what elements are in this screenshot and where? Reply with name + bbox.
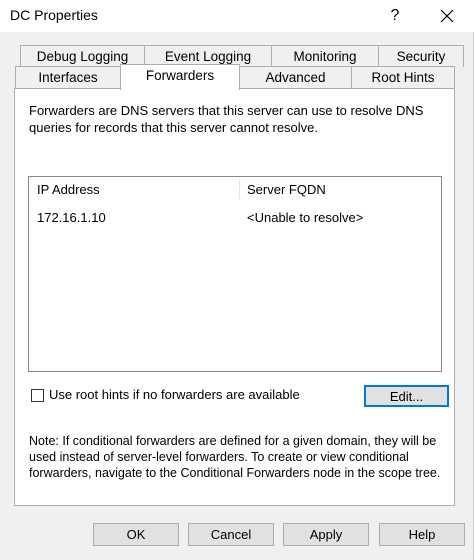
tab-root-hints[interactable]: Root Hints (351, 66, 455, 88)
forwarders-description: Forwarders are DNS servers that this ser… (29, 103, 424, 135)
title-bar: DC Properties ? (0, 0, 474, 32)
tab-monitoring[interactable]: Monitoring (271, 45, 379, 67)
tab-forwarders[interactable]: Forwarders (120, 64, 240, 90)
close-icon (440, 9, 454, 23)
tab-label: Event Logging (164, 49, 252, 64)
edit-button-label: Edit... (389, 388, 424, 404)
edit-button[interactable]: Edit... (364, 385, 449, 407)
ok-button[interactable]: OK (93, 523, 179, 546)
tab-label: Root Hints (371, 70, 435, 85)
tab-security[interactable]: Security (378, 45, 464, 67)
apply-button[interactable]: Apply (283, 523, 369, 546)
column-ip-address[interactable]: IP Address (29, 177, 239, 203)
cancel-button-label: Cancel (210, 527, 252, 542)
tab-advanced[interactable]: Advanced (239, 66, 352, 88)
forwarders-list[interactable]: IP Address Server FQDN 172.16.1.10 <Unab… (28, 176, 442, 372)
help-button[interactable]: Help (379, 523, 465, 546)
conditional-forwarders-note: Note: If conditional forwarders are defi… (29, 434, 441, 480)
window-title: DC Properties (10, 7, 98, 23)
question-mark-icon: ? (390, 7, 400, 24)
tab-label: Monitoring (293, 49, 357, 64)
forwarders-panel: Forwarders are DNS servers that this ser… (14, 88, 455, 506)
tab-label: Debug Logging (36, 49, 129, 64)
ok-button-label: OK (126, 527, 146, 542)
use-root-hints-checkbox[interactable] (31, 389, 44, 402)
dc-properties-dialog: DC Properties ? Debug Logging Event Logg… (0, 0, 474, 560)
use-root-hints-label[interactable]: Use root hints if no forwarders are avai… (49, 387, 300, 402)
tab-label: Advanced (265, 70, 326, 85)
apply-button-label: Apply (309, 527, 343, 542)
forwarder-ip: 172.16.1.10 (37, 210, 106, 225)
tab-interfaces[interactable]: Interfaces (15, 66, 121, 88)
cancel-button[interactable]: Cancel (188, 523, 274, 546)
column-server-fqdn[interactable]: Server FQDN (239, 177, 439, 203)
help-title-button[interactable]: ? (372, 0, 418, 32)
help-button-label: Help (408, 527, 436, 542)
close-button[interactable] (424, 0, 470, 32)
tab-label: Forwarders (145, 68, 215, 83)
forwarder-fqdn: <Unable to resolve> (247, 210, 364, 225)
tab-label: Security (396, 49, 446, 64)
tab-label: Interfaces (38, 70, 98, 85)
